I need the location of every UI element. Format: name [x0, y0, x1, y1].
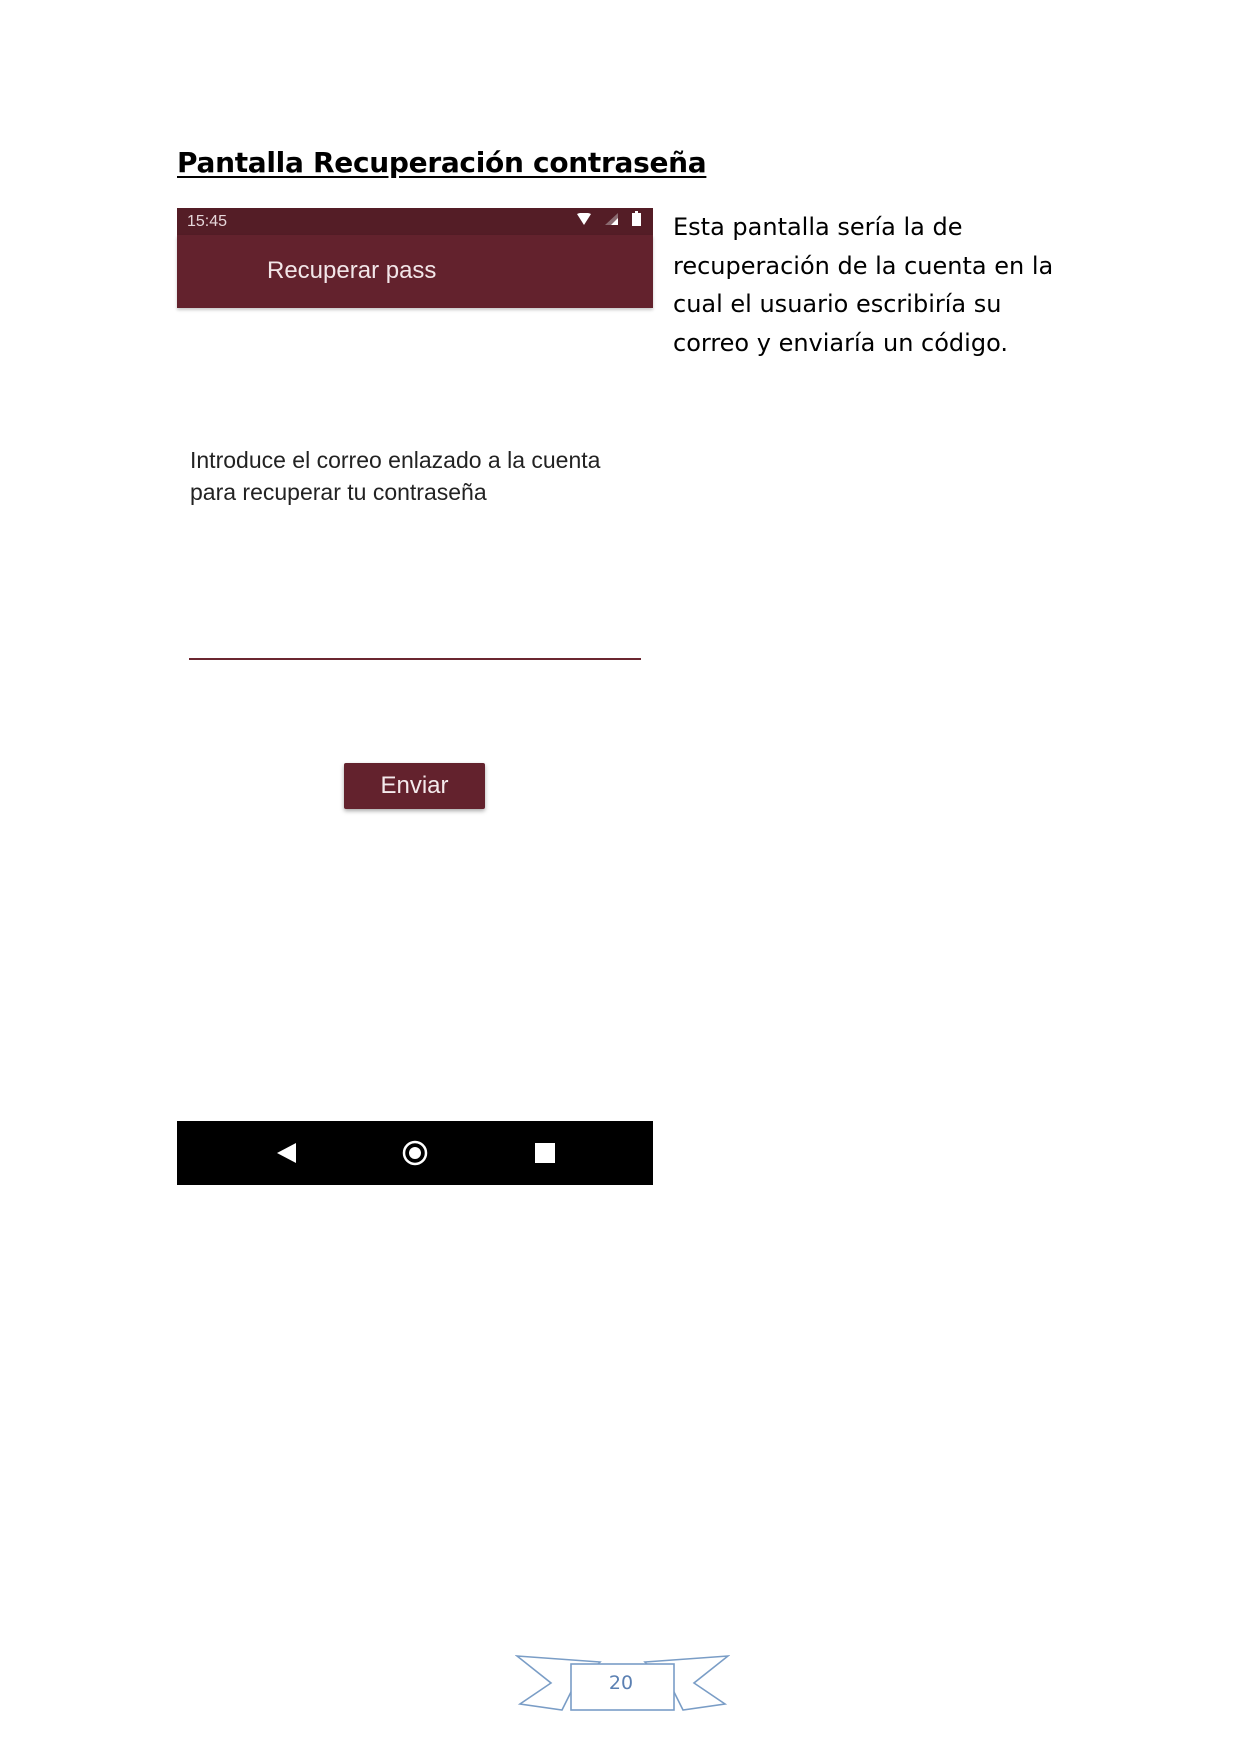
- nav-bar: [177, 1121, 653, 1185]
- back-icon[interactable]: [257, 1121, 317, 1185]
- instruction-text: Introduce el correo enlazado a la cuenta…: [190, 447, 601, 505]
- screen-description: Esta pantalla sería la de recuperación d…: [673, 213, 1054, 357]
- phone-screenshot: 15:45 Recuperar pass Introduce el correo…: [177, 208, 653, 1185]
- app-bar: Recuperar pass: [177, 235, 653, 308]
- signal-icon: [605, 212, 618, 230]
- page-number-badge: 20: [514, 1652, 731, 1714]
- send-button[interactable]: Enviar: [344, 763, 485, 809]
- wifi-icon: [577, 212, 591, 230]
- status-bar: 15:45: [177, 208, 653, 235]
- recents-icon[interactable]: [515, 1121, 575, 1185]
- home-icon[interactable]: [385, 1121, 445, 1185]
- email-field[interactable]: [189, 608, 641, 660]
- status-icons: [577, 211, 641, 231]
- status-time: 15:45: [187, 213, 228, 230]
- page-number: 20: [608, 1672, 634, 1694]
- battery-icon: [632, 211, 641, 231]
- page-heading: Pantalla Recuperación contraseña: [177, 146, 707, 179]
- app-title: Recuperar pass: [267, 257, 437, 284]
